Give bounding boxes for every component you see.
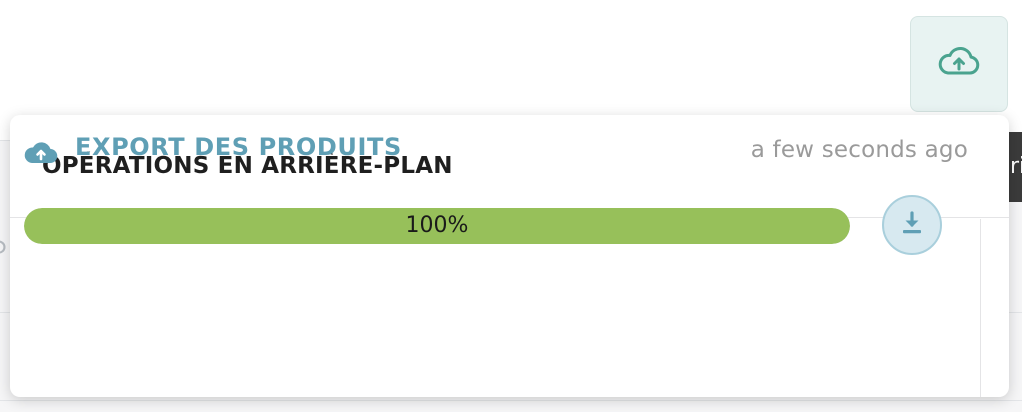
download-button[interactable] [882, 195, 942, 255]
search-icon: ⚲ [0, 236, 8, 265]
page: ri ⚲ OPÉRATIONS EN ARRIÈRE-PLAN EXPORT D… [0, 0, 1022, 412]
panel-scrollbar[interactable] [980, 219, 981, 397]
operation-title: EXPORT DES PRODUITS [75, 133, 402, 161]
operation-progress-bar: 100% [24, 208, 850, 244]
operation-timestamp: a few seconds ago [750, 137, 968, 163]
cloud-upload-icon [936, 45, 982, 84]
cloud-upload-icon [23, 138, 59, 171]
download-icon [899, 210, 925, 241]
divider [0, 400, 1022, 401]
background-operations-button[interactable] [910, 16, 1008, 112]
background-dark-tab: ri [1008, 132, 1022, 202]
panel-header: OPÉRATIONS EN ARRIÈRE-PLAN [10, 115, 1009, 218]
progress-label: 100% [405, 213, 469, 238]
